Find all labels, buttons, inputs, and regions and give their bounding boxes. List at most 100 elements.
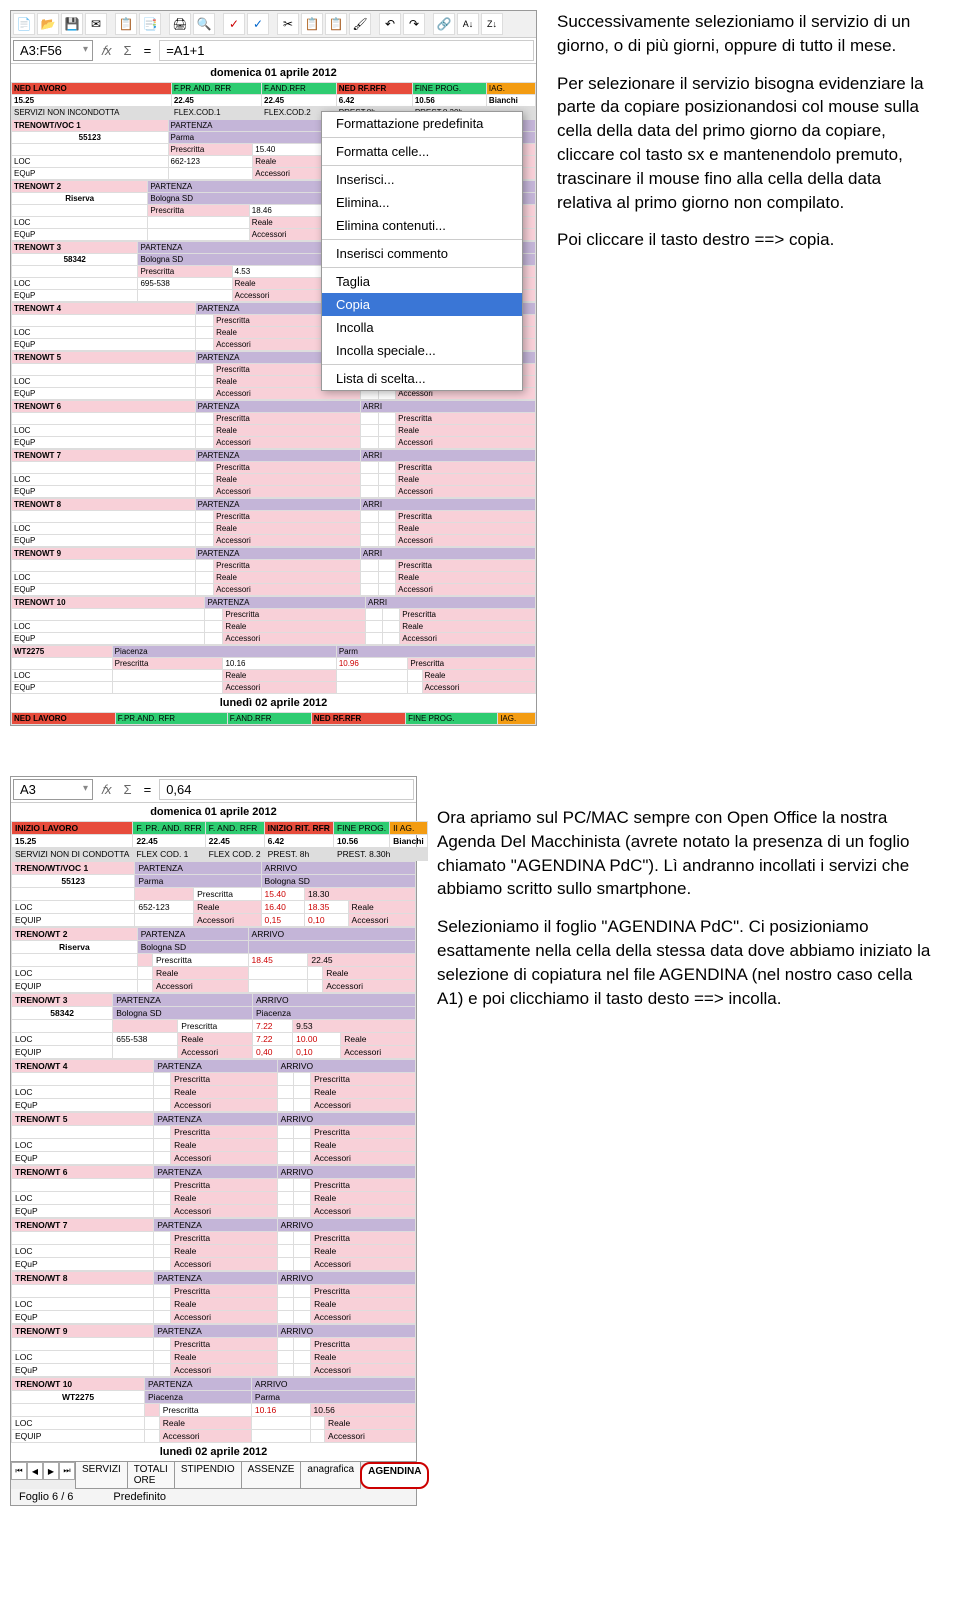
toolbar-btn[interactable]: 🔗	[433, 13, 455, 35]
cell[interactable]	[277, 1364, 294, 1377]
cell[interactable]	[12, 205, 148, 217]
cell[interactable]: LOC	[12, 376, 196, 388]
cell[interactable]: EQuP	[12, 1205, 154, 1218]
cell[interactable]: Prescritta	[311, 1126, 416, 1139]
cell[interactable]	[195, 425, 213, 437]
sigma-icon[interactable]: Σ	[120, 782, 136, 797]
tab-agendina[interactable]: AGENDINA	[360, 1462, 429, 1489]
cell[interactable]	[277, 1086, 294, 1099]
cell[interactable]: Accessori	[214, 486, 361, 498]
cell[interactable]: Accessori	[214, 535, 361, 547]
cell[interactable]: Prescritta	[148, 205, 249, 217]
toolbar-btn[interactable]: 📂	[37, 13, 59, 35]
cell[interactable]	[138, 290, 232, 302]
cell[interactable]: Accessori	[311, 1205, 416, 1218]
cell[interactable]: Reale	[171, 1139, 277, 1152]
cell[interactable]: Reale	[194, 901, 261, 914]
cell[interactable]: EQuP	[12, 1152, 154, 1165]
cell[interactable]: EQuP	[12, 339, 196, 351]
cell[interactable]	[12, 1232, 154, 1245]
cell[interactable]: 58342	[12, 1007, 113, 1020]
cell[interactable]: Reale	[311, 1086, 416, 1099]
cell[interactable]: Piacenza	[252, 1007, 415, 1020]
cell[interactable]: Prescritta	[152, 954, 248, 967]
cell[interactable]	[154, 1086, 171, 1099]
cell[interactable]	[195, 511, 213, 523]
cell[interactable]: 7.22	[252, 1033, 292, 1046]
cell[interactable]: 6.42	[336, 95, 412, 107]
cell[interactable]: Accessori	[178, 1046, 253, 1059]
cell[interactable]: 10.56	[333, 835, 389, 848]
cell[interactable]	[154, 1232, 171, 1245]
cell[interactable]: Bologna SD	[261, 875, 415, 888]
cell[interactable]	[12, 1126, 154, 1139]
cell[interactable]	[112, 682, 223, 694]
cell[interactable]	[154, 1351, 171, 1364]
cell[interactable]	[135, 914, 194, 927]
cell[interactable]	[378, 584, 396, 596]
cell[interactable]	[154, 1126, 171, 1139]
cell[interactable]: 0,40	[252, 1046, 292, 1059]
cell[interactable]	[310, 1430, 325, 1443]
cell[interactable]: 10.00	[293, 1033, 341, 1046]
cell[interactable]	[378, 413, 396, 425]
cell[interactable]: Reale	[232, 278, 328, 290]
cell[interactable]: Accessori	[396, 535, 536, 547]
cell[interactable]	[12, 413, 196, 425]
cell[interactable]	[205, 633, 223, 645]
cell[interactable]: Prescritta	[408, 658, 536, 670]
cell[interactable]: LOC	[12, 1192, 154, 1205]
cell[interactable]	[12, 1073, 154, 1086]
cell[interactable]	[12, 954, 138, 967]
tab-nav-first[interactable]: ⏮	[11, 1462, 27, 1480]
cell[interactable]: 4.53	[232, 266, 328, 278]
cell[interactable]: Prescritta	[112, 658, 223, 670]
cell[interactable]	[277, 1073, 294, 1086]
cell[interactable]	[294, 1126, 311, 1139]
ctx-insert-comment[interactable]: Inserisci commento	[322, 242, 522, 265]
cell[interactable]	[378, 462, 396, 474]
cell[interactable]: Prescritta	[311, 1338, 416, 1351]
cell[interactable]: Prescritta	[214, 560, 361, 572]
cell[interactable]	[336, 670, 408, 682]
cell[interactable]: Accessori	[171, 1152, 277, 1165]
cell[interactable]	[195, 388, 213, 400]
tab-anagrafica[interactable]: anagrafica	[300, 1462, 361, 1489]
cell[interactable]	[248, 967, 308, 980]
cell[interactable]	[195, 339, 213, 351]
cell[interactable]: LOC	[12, 1139, 154, 1152]
cell[interactable]: Accessori	[422, 682, 535, 694]
cell[interactable]: Reale	[311, 1245, 416, 1258]
cell[interactable]	[195, 376, 213, 388]
cell[interactable]: Reale	[214, 474, 361, 486]
cell[interactable]: Reale	[171, 1192, 277, 1205]
cell[interactable]: Accessori	[171, 1311, 277, 1324]
cell[interactable]: LOC	[12, 621, 205, 633]
cell[interactable]	[378, 572, 396, 584]
toolbar-btn[interactable]: 🔍	[193, 13, 215, 35]
cell[interactable]: EQuP	[12, 229, 148, 241]
cell[interactable]: Reale	[171, 1351, 277, 1364]
cell[interactable]	[248, 980, 308, 993]
cell[interactable]	[378, 523, 396, 535]
cell[interactable]: Reale	[341, 1033, 416, 1046]
cell[interactable]: Prescritta	[223, 609, 366, 621]
cell[interactable]	[277, 1152, 294, 1165]
cell[interactable]: Accessori	[396, 437, 536, 449]
cell[interactable]: 0,10	[305, 914, 349, 927]
cell[interactable]: 22.45	[133, 835, 205, 848]
cell[interactable]	[360, 486, 378, 498]
cell[interactable]	[408, 670, 422, 682]
cell[interactable]	[195, 572, 213, 584]
cell[interactable]	[251, 1417, 310, 1430]
cell[interactable]: LOC	[12, 474, 196, 486]
cell[interactable]: LOC	[12, 278, 138, 290]
ctx-insert[interactable]: Inserisci...	[322, 168, 522, 191]
cell[interactable]	[360, 560, 378, 572]
cell[interactable]: EQuP	[12, 388, 196, 400]
cell[interactable]	[360, 425, 378, 437]
cell[interactable]: Prescritta	[396, 511, 536, 523]
cell[interactable]: Prescritta	[311, 1179, 416, 1192]
cell[interactable]: Accessori	[311, 1364, 416, 1377]
cell[interactable]: Accessori	[171, 1258, 277, 1271]
